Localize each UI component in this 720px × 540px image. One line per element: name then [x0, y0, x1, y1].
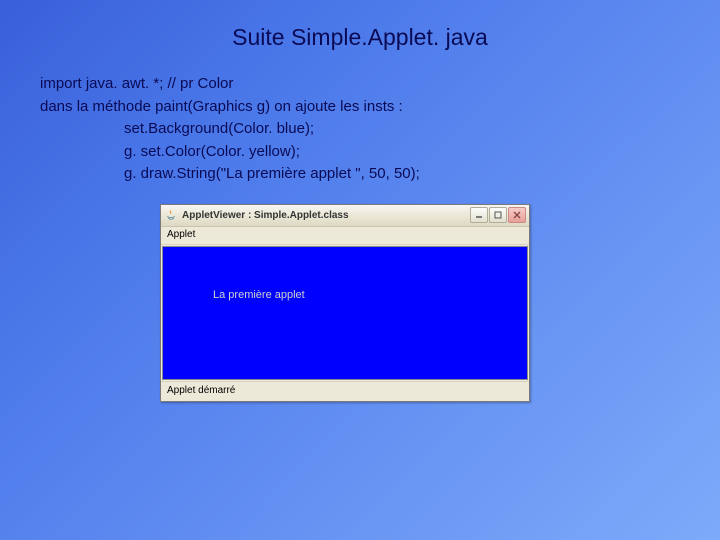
applet-canvas: La première applet	[162, 246, 528, 380]
status-text: Applet démarré	[167, 385, 235, 396]
slide-title: Suite Simple.Applet. java	[40, 24, 680, 51]
menubar: Applet	[161, 227, 529, 245]
close-button[interactable]	[508, 207, 526, 223]
code-line-inst3: g. draw.String("La première applet ", 50…	[124, 163, 680, 186]
maximize-button[interactable]	[489, 207, 507, 223]
canvas-text: La première applet	[213, 289, 305, 301]
statusbar: Applet démarré	[161, 381, 529, 401]
window-buttons	[470, 207, 526, 223]
code-line-method: dans la méthode paint(Graphics g) on ajo…	[40, 96, 680, 119]
menu-applet[interactable]: Applet	[167, 229, 195, 240]
minimize-button[interactable]	[470, 207, 488, 223]
window-title: AppletViewer : Simple.Applet.class	[182, 210, 470, 221]
code-line-inst2: g. set.Color(Color. yellow);	[124, 141, 680, 164]
code-line-inst1: set.Background(Color. blue);	[124, 118, 680, 141]
titlebar: AppletViewer : Simple.Applet.class	[161, 205, 529, 227]
body-text: import java. awt. *; // pr Color dans la…	[40, 73, 680, 186]
applet-window: AppletViewer : Simple.Applet.class Apple…	[160, 204, 530, 402]
slide: Suite Simple.Applet. java import java. a…	[0, 0, 720, 420]
java-icon	[164, 208, 178, 222]
code-line-import: import java. awt. *; // pr Color	[40, 73, 680, 96]
